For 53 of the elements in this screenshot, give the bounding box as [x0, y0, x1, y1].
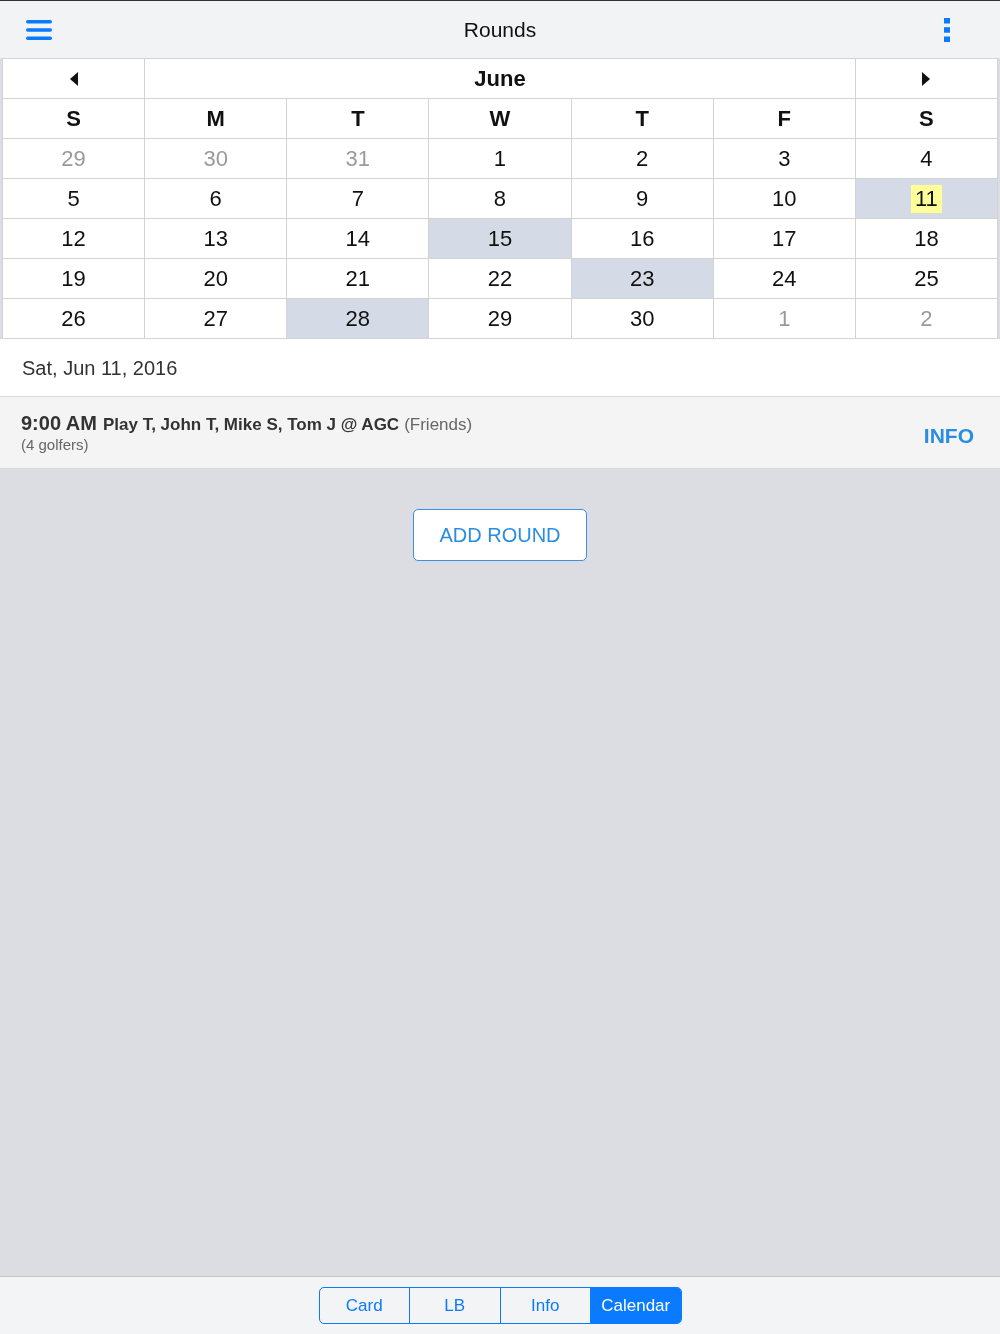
segment-tab[interactable]: LB	[409, 1288, 500, 1323]
add-round-button[interactable]: ADD ROUND	[413, 509, 587, 561]
calendar-day[interactable]: 2	[571, 139, 714, 179]
selected-date: Sat, Jun 11, 2016	[22, 355, 178, 381]
calendar-day[interactable]: 28	[287, 299, 430, 339]
round-time: 9:00 AM	[21, 411, 97, 434]
calendar-day[interactable]: 19	[3, 259, 146, 299]
calendar-day[interactable]: 8	[429, 179, 572, 219]
calendar-day[interactable]: 4	[855, 139, 998, 179]
month-title: June	[145, 59, 856, 99]
calendar-day[interactable]: 1	[429, 139, 572, 179]
calendar-day[interactable]: 16	[571, 219, 714, 259]
calendar-day[interactable]: 20	[145, 259, 288, 299]
calendar-day[interactable]: 21	[287, 259, 430, 299]
weekday-label: T	[635, 105, 649, 133]
menu-icon[interactable]	[26, 19, 52, 40]
calendar-day[interactable]: 18	[855, 219, 998, 259]
calendar-day[interactable]: 10	[713, 179, 856, 219]
more-options-icon[interactable]	[944, 17, 950, 42]
calendar-day[interactable]: 3	[713, 139, 856, 179]
calendar-day[interactable]: 29	[429, 299, 572, 339]
round-group: (Friends)	[404, 413, 473, 436]
weekday-label: M	[206, 105, 225, 133]
caret-right-icon	[922, 71, 931, 86]
calendar-day[interactable]: 6	[145, 179, 288, 219]
calendar-day[interactable]: 24	[713, 259, 856, 299]
screen-title: Rounds	[463, 16, 537, 43]
calendar-day[interactable]: 30	[571, 299, 714, 339]
round-row[interactable]: 9:00 AM Play T, John T, Mike S, Tom J @ AGC (Friends) (4 golfers) INFO	[0, 397, 1000, 469]
round-players: Play T, John T, Mike S, Tom J @ AGC	[102, 413, 400, 436]
segment-tab[interactable]: Calendar	[590, 1288, 681, 1323]
weekday-label: S	[919, 105, 934, 133]
calendar-day[interactable]: 22	[429, 259, 572, 299]
weekday-label: T	[351, 105, 365, 133]
calendar-day[interactable]: 23	[571, 259, 714, 299]
calendar-day[interactable]: 12	[3, 219, 146, 259]
calendar-day[interactable]: 15	[429, 219, 572, 259]
calendar-day[interactable]: 26	[3, 299, 146, 339]
calendar-day[interactable]: 14	[287, 219, 430, 259]
calendar-day[interactable]: 17	[713, 219, 856, 259]
calendar-day[interactable]: 9	[571, 179, 714, 219]
weekday-label: W	[489, 105, 511, 133]
calendar-day[interactable]: 11	[855, 179, 998, 219]
segment-tab[interactable]: Card	[319, 1288, 409, 1323]
caret-left-icon	[69, 71, 78, 86]
calendar-day[interactable]: 13	[145, 219, 288, 259]
calendar-day[interactable]: 7	[287, 179, 430, 219]
weekday-label: F	[777, 105, 791, 133]
calendar-day[interactable]: 5	[3, 179, 146, 219]
calendar-day[interactable]: 27	[145, 299, 288, 339]
weekday-label: S	[66, 105, 81, 133]
calendar-day[interactable]: 25	[855, 259, 998, 299]
golfer-count: (4 golfers)	[21, 435, 90, 454]
